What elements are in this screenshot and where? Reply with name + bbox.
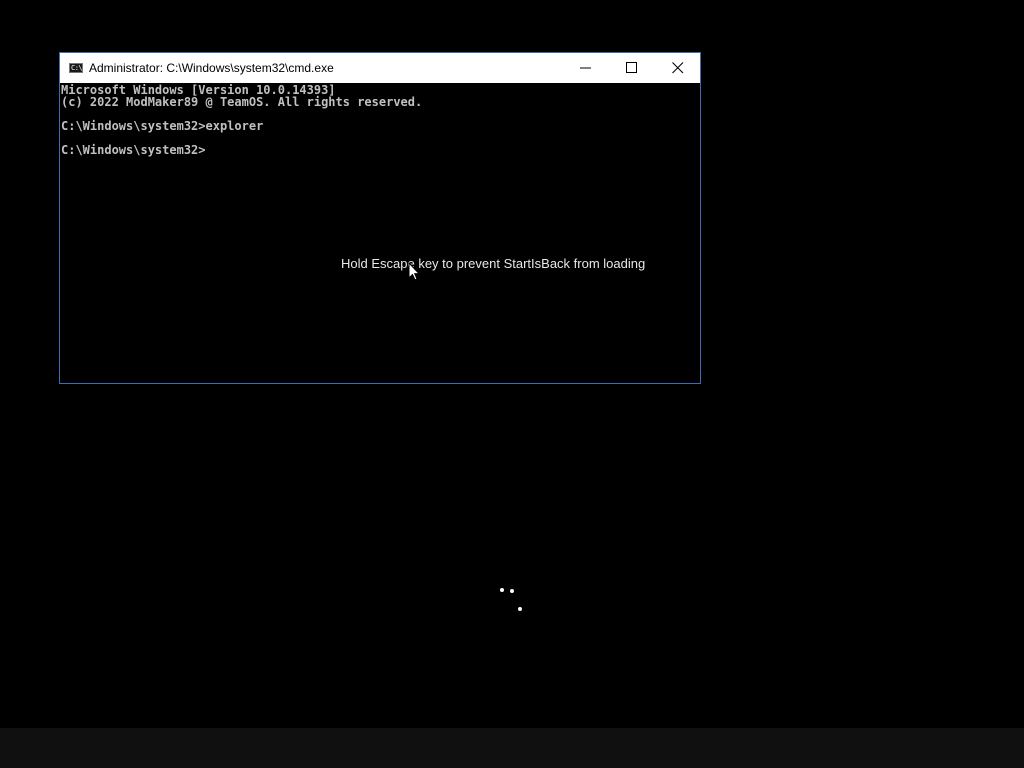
taskbar[interactable] [0, 728, 1024, 768]
spinner-dot [500, 588, 504, 592]
cmd-window[interactable]: C:\ Administrator: C:\Windows\system32\c… [59, 52, 701, 384]
window-title: Administrator: C:\Windows\system32\cmd.e… [89, 61, 334, 75]
console-line: (c) 2022 ModMaker89 @ TeamOS. All rights… [61, 95, 423, 109]
maximize-icon [626, 62, 637, 73]
console-line: C:\Windows\system32>explorer [61, 119, 264, 133]
console-prompt[interactable]: C:\Windows\system32> [61, 144, 206, 156]
startisback-notice: Hold Escape key to prevent StartIsBack f… [341, 256, 646, 271]
spinner-dot [510, 589, 514, 593]
console-output[interactable]: Microsoft Windows [Version 10.0.14393] (… [60, 84, 700, 383]
cmd-icon[interactable]: C:\ [69, 63, 83, 73]
maximize-button[interactable] [609, 53, 655, 83]
title-bar[interactable]: C:\ Administrator: C:\Windows\system32\c… [60, 53, 700, 83]
arrow-cursor-icon [408, 262, 420, 281]
close-icon [672, 62, 684, 74]
close-button[interactable] [655, 53, 701, 83]
spinner-dot [518, 607, 522, 611]
minimize-button[interactable] [563, 53, 609, 83]
cmd-icon-text: C:\ [71, 64, 83, 72]
minimize-icon [580, 67, 591, 69]
loading-spinner-icon [497, 586, 527, 616]
